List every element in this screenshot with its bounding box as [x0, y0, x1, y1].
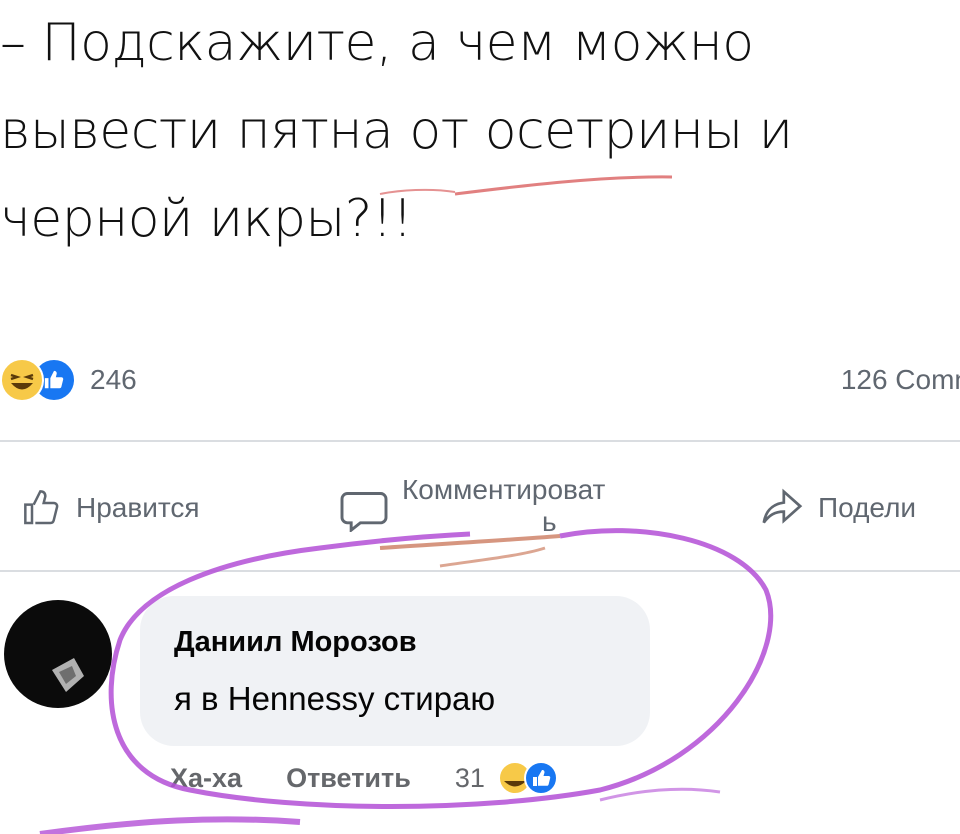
post-line-1: – Подскажите, а чем можно — [0, 13, 754, 73]
laughing-emoji-icon — [0, 358, 44, 402]
comment-author[interactable]: Даниил Морозов — [174, 626, 417, 659]
reply-link[interactable]: Ответить — [286, 763, 411, 794]
like-label: Нравится — [76, 492, 200, 523]
share-button[interactable]: Подели — [760, 488, 916, 528]
comment-reactions-icon — [497, 761, 558, 795]
comment-text: я в Hennessy стираю — [174, 680, 496, 717]
reactions-summary[interactable]: 246 — [0, 358, 137, 402]
comment-bubble: Даниил Морозов я в Hennessy стираю — [140, 596, 650, 746]
comments-count-link[interactable]: 126 Comn — [841, 364, 960, 396]
comment-actions: Ха-ха Ответить 31 — [170, 760, 563, 796]
post-line-3: черной икры?!! — [0, 189, 413, 249]
stats-divider — [0, 440, 960, 442]
comment-button[interactable]: Комментироват ь — [340, 474, 605, 538]
comment-label: Комментироват — [402, 474, 606, 505]
post-actions: Нравится Комментироват ь Подели — [0, 468, 960, 538]
post-line-2: вывести пятна от осетрины и — [0, 101, 793, 161]
comment-icon — [340, 492, 388, 532]
reaction-count: 246 — [90, 364, 137, 395]
share-icon — [762, 488, 803, 524]
avatar[interactable] — [4, 600, 112, 708]
post-stats: 246 126 Comn — [0, 350, 960, 410]
actions-divider — [0, 570, 960, 572]
like-button[interactable]: Нравится — [22, 488, 200, 528]
thumbs-up-icon — [24, 490, 59, 525]
comment-label-wrap: ь — [542, 506, 557, 537]
share-label: Подели — [818, 492, 917, 523]
haha-reaction-link[interactable]: Ха-ха — [170, 763, 242, 794]
comment-reaction-count: 31 — [454, 762, 485, 793]
